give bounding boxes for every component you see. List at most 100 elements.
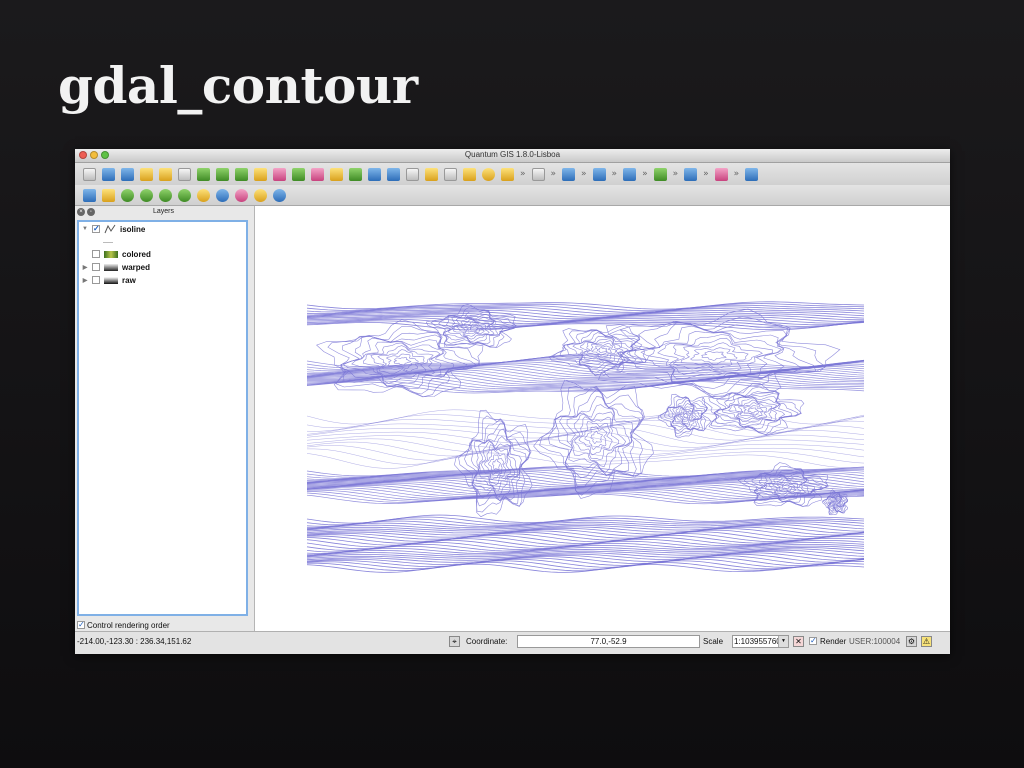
contour-map [306,301,865,573]
zoom-to-selection-icon[interactable] [178,188,191,202]
toolbar-overflow-icon[interactable]: » [642,169,648,179]
control-rendering-order-label: Control rendering order [87,620,170,630]
layer-label: warped [122,262,151,272]
qgis-window: Quantum GIS 1.8.0-Lisboa » » » » » » » »… [75,149,950,654]
zoom-to-layer-icon[interactable] [197,188,210,202]
projection-icon[interactable]: ⚙ [906,636,917,647]
coordinate-label: Coordinate: [466,637,508,646]
add-raster-layer-icon[interactable] [216,167,229,181]
add-wcs-layer-icon[interactable] [311,167,324,181]
map-canvas[interactable] [254,206,950,632]
pan-icon[interactable] [83,188,96,202]
new-spatialite-icon[interactable] [368,167,381,181]
zoom-last-icon[interactable] [235,188,248,202]
layer-visibility-checkbox[interactable] [92,276,100,284]
refresh-icon[interactable] [273,188,286,202]
coordinate-field[interactable]: 77.0,-52.9 [517,635,700,648]
toolbar-overflow-icon[interactable]: » [734,169,740,179]
move-feature-icon[interactable] [444,167,457,181]
line-symbol-preview [103,242,113,243]
zoom-next-icon[interactable] [254,188,267,202]
plugin-tool-icon[interactable] [684,167,698,181]
pan-to-selection-icon[interactable] [102,188,115,202]
layer-visibility-checkbox[interactable]: ✓ [92,225,100,233]
open-project-icon[interactable] [102,167,115,181]
panel-close-icon[interactable]: × [77,208,85,216]
layer-item-isoline[interactable]: ▼ ✓ isoline [79,223,145,235]
main-toolbar: » » » » » » » » [75,163,950,185]
main-area: × ◦ Layers ▼ ✓ isoline colored ▶ warped … [75,206,950,654]
new-shapefile-icon[interactable] [349,167,362,181]
node-tool-icon[interactable] [463,167,476,181]
scale-combobox[interactable]: 1:103955760 ▼ [732,635,789,648]
raster-raw-icon [104,276,118,284]
map-navigation-toolbar [75,185,950,206]
layers-panel-header: × ◦ Layers [75,206,252,218]
extent-readout: -214.00,-123.30 : 236.34,151.62 [77,637,192,646]
layer-visibility-checkbox[interactable] [92,250,100,258]
collapse-arrow-icon[interactable]: ▼ [81,226,89,232]
raster-warped-icon [104,263,118,271]
status-bar: -214.00,-123.30 : 236.34,151.62 ⌖ Coordi… [75,631,950,654]
layer-label: raw [122,275,136,285]
layers-panel: × ◦ Layers ▼ ✓ isoline colored ▶ warped … [75,206,252,632]
save-project-icon[interactable] [121,167,134,181]
save-as-icon[interactable] [140,167,153,181]
scale-value: 1:103955760 [734,637,781,646]
python-console-icon[interactable] [714,167,728,181]
layer-item-colored[interactable]: colored [79,248,151,260]
cut-features-icon[interactable] [501,167,514,181]
add-wms-layer-icon[interactable] [292,167,305,181]
print-composer-icon[interactable] [159,167,172,181]
toolbar-overflow-icon[interactable]: » [581,169,587,179]
expand-arrow-icon[interactable]: ▶ [81,264,89,271]
add-wfs-layer-icon[interactable] [330,167,343,181]
toolbar-overflow-icon[interactable]: » [703,169,709,179]
control-rendering-order-checkbox[interactable]: ✓ [77,621,85,629]
digitize-curve-icon[interactable] [592,167,606,181]
save-edits-icon[interactable] [406,167,419,181]
chevron-down-icon[interactable]: ▼ [778,636,788,647]
zoom-out-icon[interactable] [140,188,153,202]
gps-tool-icon[interactable] [745,167,759,181]
render-checkbox[interactable]: ✓ [809,637,817,645]
expand-arrow-icon[interactable]: ▶ [81,277,89,284]
print-icon[interactable] [178,167,191,181]
layer-item-warped[interactable]: ▶ warped [79,261,150,273]
layer-tree[interactable]: ▼ ✓ isoline colored ▶ warped ▶ raw [77,220,248,616]
messages-warning-icon[interactable]: ⚠ [921,636,932,647]
add-mssql-layer-icon[interactable] [273,167,286,181]
snapping-icon[interactable] [623,167,637,181]
toggle-editing-icon[interactable] [387,167,400,181]
toolbar-overflow-icon[interactable]: » [551,169,557,179]
add-vector-layer-icon[interactable] [197,167,210,181]
panel-float-icon[interactable]: ◦ [87,208,95,216]
add-feature-icon[interactable] [425,167,438,181]
window-title: Quantum GIS 1.8.0-Lisboa [464,150,561,159]
layer-label: isoline [120,224,146,234]
undo-icon[interactable] [531,167,545,181]
map-tips-icon[interactable] [562,167,576,181]
layer-visibility-checkbox[interactable] [92,263,100,271]
zoom-in-icon[interactable] [121,188,134,202]
toolbar-overflow-icon[interactable]: » [673,169,679,179]
new-project-icon[interactable] [83,167,96,181]
add-postgis-layer-icon[interactable] [235,167,248,181]
add-spatialite-layer-icon[interactable] [254,167,267,181]
zoom-native-icon[interactable] [216,188,229,202]
stop-render-icon[interactable]: ✕ [793,636,804,647]
delete-selected-icon[interactable] [482,167,495,181]
toggle-extents-icon[interactable]: ⌖ [449,636,460,647]
scale-label: Scale [703,637,724,646]
zoom-full-icon[interactable] [159,188,172,202]
toolbar-overflow-icon[interactable]: » [520,169,526,179]
window-titlebar: Quantum GIS 1.8.0-Lisboa [75,149,950,163]
crs-status[interactable]: USER:100004 [849,637,900,646]
control-rendering-order[interactable]: ✓ Control rendering order [77,618,170,632]
layer-item-raw[interactable]: ▶ raw [79,274,136,286]
label-tool-icon[interactable] [653,167,667,181]
vector-line-icon [104,224,116,234]
slide-title: gdal_contour [58,56,418,115]
layer-label: colored [122,249,151,259]
toolbar-overflow-icon[interactable]: » [612,169,618,179]
